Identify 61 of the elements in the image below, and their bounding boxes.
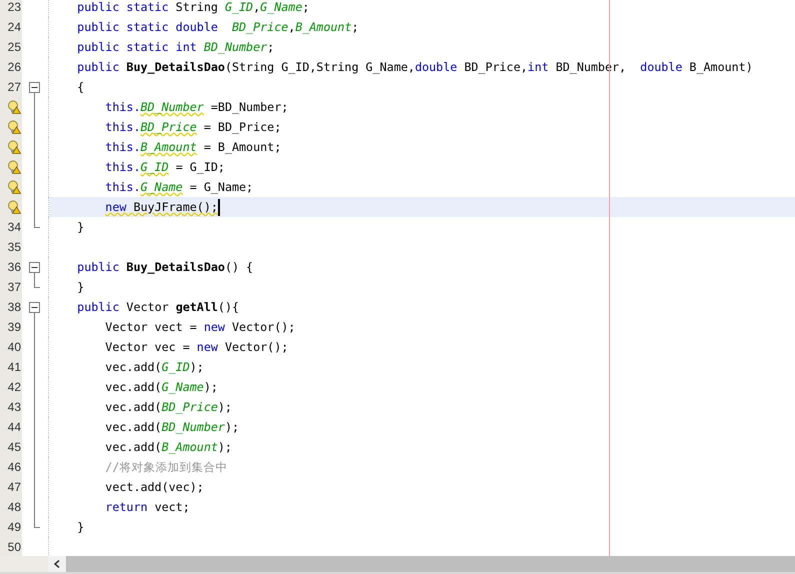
line-number: 48 <box>8 499 21 516</box>
code-line: Vector vect = new Vector(); <box>104 319 296 336</box>
code-line: vec.add(BD_Number); <box>104 419 240 436</box>
code-line: this.G_Name = G_Name; <box>104 179 254 196</box>
line-number: 35 <box>8 239 21 256</box>
line-number: 49 <box>8 519 21 536</box>
code-line: vec.add(B_Amount); <box>104 439 232 456</box>
fold-toggle-icon[interactable] <box>29 262 40 273</box>
warning-bulb-icon[interactable] <box>7 140 21 154</box>
fold-toggle-icon[interactable] <box>29 302 40 313</box>
line-number: 34 <box>8 219 21 236</box>
code-line: public static double BD_Price,B_Amount; <box>76 19 359 36</box>
line-number: 47 <box>8 479 21 496</box>
line-number: 25 <box>8 39 21 56</box>
warning-bulb-icon[interactable] <box>7 120 21 134</box>
code-line: public static String G_ID,G_Name; <box>76 0 310 16</box>
code-line: } <box>76 219 84 236</box>
line-number: 41 <box>8 359 21 376</box>
line-number: 38 <box>8 299 21 316</box>
code-line: public Buy_DetailsDao() { <box>76 259 254 276</box>
code-line: vec.add(G_ID); <box>104 359 204 376</box>
warning-bulb-icon[interactable] <box>7 160 21 174</box>
horizontal-scrollbar-thumb[interactable] <box>66 556 795 572</box>
code-line: //将对象添加到集合中 <box>104 459 228 476</box>
line-number: 24 <box>8 19 21 36</box>
code-line: vec.add(BD_Price); <box>104 399 232 416</box>
code-line: } <box>76 279 84 296</box>
code-line: public Buy_DetailsDao(String G_ID,String G_Name,double BD_Price,int BD_Number, double B_Amount) <box>76 59 753 76</box>
code-line: this.G_ID = G_ID; <box>104 159 225 176</box>
code-line: vec.add(G_Name); <box>104 379 218 396</box>
chevron-left-icon <box>54 560 60 568</box>
fold-toggle-icon[interactable] <box>29 82 40 93</box>
line-number: 42 <box>8 379 21 396</box>
warning-bulb-icon[interactable] <box>7 200 21 214</box>
code-line: return vect; <box>104 499 190 516</box>
code-line: new BuyJFrame(); <box>104 199 218 216</box>
line-number: 26 <box>8 59 21 76</box>
code-line: this.BD_Price = BD_Price; <box>104 119 282 136</box>
line-number: 43 <box>8 399 21 416</box>
line-number: 45 <box>8 439 21 456</box>
code-line: this.BD_Number =BD_Number; <box>104 99 288 116</box>
code-line: Vector vec = new Vector(); <box>104 339 288 356</box>
code-line: public Vector getAll(){ <box>76 299 240 316</box>
text-cursor <box>218 198 220 216</box>
code-line: } <box>76 519 84 536</box>
code-line: vect.add(vec); <box>104 479 204 496</box>
line-number: 40 <box>8 339 21 356</box>
line-number: 50 <box>8 539 21 556</box>
line-number: 39 <box>8 319 21 336</box>
code-line: this.B_Amount = B_Amount; <box>104 139 282 156</box>
line-number: 44 <box>8 419 21 436</box>
code-line: public static int BD_Number; <box>76 39 274 56</box>
warning-bulb-icon[interactable] <box>7 180 21 194</box>
line-number: 36 <box>8 259 21 276</box>
code-line: { <box>76 79 84 96</box>
scroll-left-button[interactable] <box>48 556 66 572</box>
line-number: 23 <box>8 0 21 16</box>
line-number: 37 <box>8 279 21 296</box>
line-number: 27 <box>8 79 21 96</box>
warning-bulb-icon[interactable] <box>7 100 21 114</box>
line-number: 46 <box>8 459 21 476</box>
